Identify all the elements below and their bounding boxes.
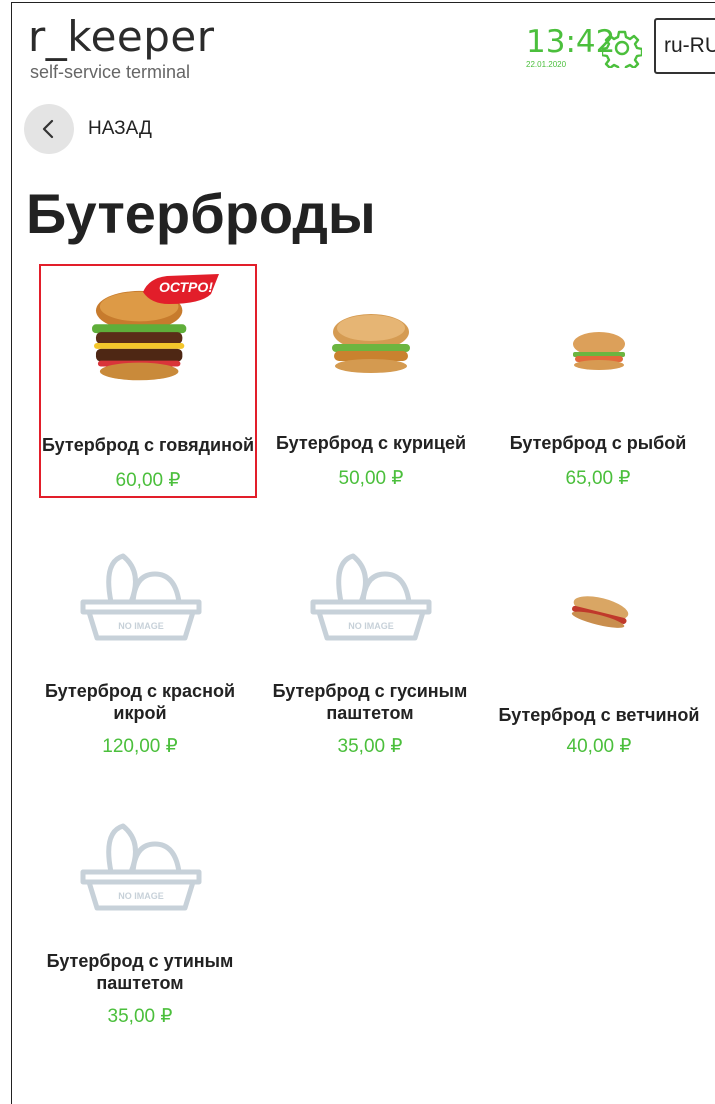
back-label[interactable]: НАЗАД bbox=[88, 118, 152, 140]
chevron-left-icon bbox=[42, 119, 54, 139]
back-button[interactable] bbox=[24, 104, 74, 154]
product-card-ham[interactable]: Бутерброд с ветчиной 40,00 ₽ bbox=[490, 548, 708, 782]
no-image-icon: NO IMAGE bbox=[310, 553, 432, 641]
product-name: Бутерброд с ветчиной bbox=[498, 705, 700, 725]
product-card-duck-pate[interactable]: NO IMAGE Бутерброд с утиным паштетом 35,… bbox=[31, 818, 249, 1052]
product-name: Бутерброд с говядиной bbox=[41, 435, 255, 455]
product-name: Бутерброд с курицей bbox=[275, 433, 467, 453]
panini-image bbox=[571, 596, 629, 628]
product-name: Бутерброд с утиным паштетом bbox=[46, 951, 234, 993]
product-name: Бутерброд с гусиным паштетом bbox=[272, 681, 468, 723]
product-price: 65,00 ₽ bbox=[565, 468, 631, 489]
fish-burger-image bbox=[573, 332, 625, 370]
app-logo-subtitle: self-service terminal bbox=[30, 62, 191, 82]
clock-date: 22.01.2020 bbox=[526, 60, 567, 69]
product-name: Бутерброд с рыбой bbox=[509, 433, 687, 453]
no-image-icon: NO IMAGE bbox=[80, 823, 202, 911]
gear-icon[interactable] bbox=[602, 28, 642, 68]
product-card-goose-pate[interactable]: NO IMAGE Бутерброд с гусиным паштетом 35… bbox=[261, 548, 479, 782]
product-card-fish[interactable]: Бутерброд с рыбой 65,00 ₽ bbox=[489, 264, 707, 498]
product-card-beef[interactable]: ОСТРО! Бутерброд с говядиной 60,00 ₽ bbox=[39, 264, 257, 498]
svg-text:NO IMAGE: NO IMAGE bbox=[118, 621, 164, 631]
product-price: 35,00 ₽ bbox=[337, 736, 403, 757]
app-logo: r_keeper bbox=[28, 12, 215, 61]
product-price: 120,00 ₽ bbox=[102, 736, 178, 757]
product-price: 40,00 ₽ bbox=[566, 736, 632, 757]
product-price: 35,00 ₽ bbox=[107, 1006, 173, 1027]
no-image-icon: NO IMAGE bbox=[80, 553, 202, 641]
product-card-chicken[interactable]: Бутерброд с курицей 50,00 ₽ bbox=[262, 264, 480, 498]
clock-time: 13:42 bbox=[526, 24, 616, 60]
spicy-badge-label: ОСТРО! bbox=[159, 279, 213, 295]
product-name: Бутерброд с красной икрой bbox=[44, 681, 236, 723]
chicken-burger-image bbox=[332, 314, 410, 373]
page-title: Бутерброды bbox=[26, 182, 376, 245]
svg-text:NO IMAGE: NO IMAGE bbox=[348, 621, 394, 631]
svg-text:NO IMAGE: NO IMAGE bbox=[118, 891, 164, 901]
product-card-red-caviar[interactable]: NO IMAGE Бутерброд с красной икрой 120,0… bbox=[31, 548, 249, 782]
language-selector[interactable]: ru-RU bbox=[654, 18, 715, 74]
product-price: 60,00 ₽ bbox=[115, 470, 181, 491]
product-price: 50,00 ₽ bbox=[338, 468, 404, 489]
clock: 13:42 22.01.2020 bbox=[526, 24, 616, 69]
